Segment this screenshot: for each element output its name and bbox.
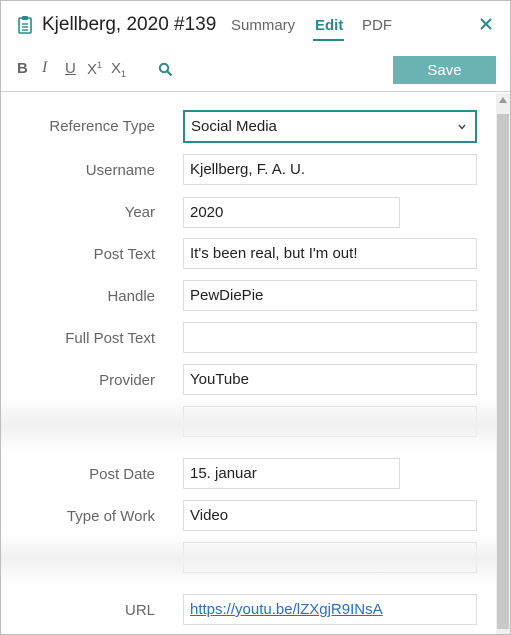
post-date-label: Post Date — [89, 466, 155, 483]
provider-label: Provider — [99, 372, 155, 389]
edit-form: Reference Type Social Media Username Kje… — [1, 93, 496, 634]
reference-type-label: Reference Type — [49, 118, 155, 135]
handle-label: Handle — [107, 288, 155, 305]
tab-summary[interactable]: Summary — [231, 17, 295, 34]
url-link[interactable]: https://youtu.be/lZXgjR9INsA — [190, 601, 383, 618]
close-icon[interactable] — [478, 16, 494, 32]
year-field[interactable]: 2020 — [183, 197, 400, 228]
username-label: Username — [85, 162, 155, 179]
subscript-base: X — [111, 60, 122, 77]
vertical-scrollbar[interactable] — [496, 93, 510, 634]
search-icon[interactable] — [158, 62, 173, 77]
save-button[interactable]: Save — [393, 56, 496, 84]
chevron-down-icon — [458, 124, 466, 130]
active-tab-indicator — [313, 39, 344, 41]
url-label: URL — [124, 602, 155, 619]
bold-button[interactable]: B — [17, 60, 28, 77]
subscript-button[interactable]: X1 — [111, 60, 126, 79]
full-post-text-field[interactable] — [183, 322, 477, 353]
superscript-base: X — [87, 61, 98, 78]
full-post-text-label: Full Post Text — [65, 330, 155, 347]
blurred-row-overlay — [1, 398, 496, 453]
tab-edit[interactable]: Edit — [315, 17, 343, 34]
reference-type-select[interactable]: Social Media — [183, 110, 477, 143]
subscript-mark: 1 — [121, 69, 127, 79]
scrollbar-thumb[interactable] — [497, 114, 509, 629]
year-label: Year — [124, 204, 155, 221]
scroll-up-arrow-icon[interactable] — [499, 97, 507, 103]
italic-button[interactable]: I — [42, 59, 47, 77]
provider-field[interactable]: YouTube — [183, 364, 477, 395]
post-date-field[interactable]: 15. januar — [183, 458, 400, 489]
editor-header: Kjellberg, 2020 #139 Summary Edit PDF B … — [1, 1, 510, 92]
url-field[interactable]: https://youtu.be/lZXgjR9INsA — [183, 594, 477, 625]
post-text-label: Post Text — [93, 246, 155, 263]
superscript-button[interactable]: X1 — [87, 60, 102, 78]
type-of-work-label: Type of Work — [66, 508, 155, 525]
tab-pdf[interactable]: PDF — [362, 17, 392, 34]
post-text-field[interactable]: It's been real, but I'm out! — [183, 238, 477, 269]
blurred-row-overlay — [1, 534, 496, 584]
clipboard-icon — [18, 16, 32, 34]
reference-title: Kjellberg, 2020 #139 — [42, 14, 217, 35]
reference-editor-window: Kjellberg, 2020 #139 Summary Edit PDF B … — [0, 0, 511, 635]
reference-type-value: Social Media — [191, 118, 277, 135]
superscript-mark: 1 — [97, 60, 103, 70]
underline-button[interactable]: U — [65, 60, 76, 77]
type-of-work-field[interactable]: Video — [183, 500, 477, 531]
username-field[interactable]: Kjellberg, F. A. U. — [183, 154, 477, 185]
handle-field[interactable]: PewDiePie — [183, 280, 477, 311]
